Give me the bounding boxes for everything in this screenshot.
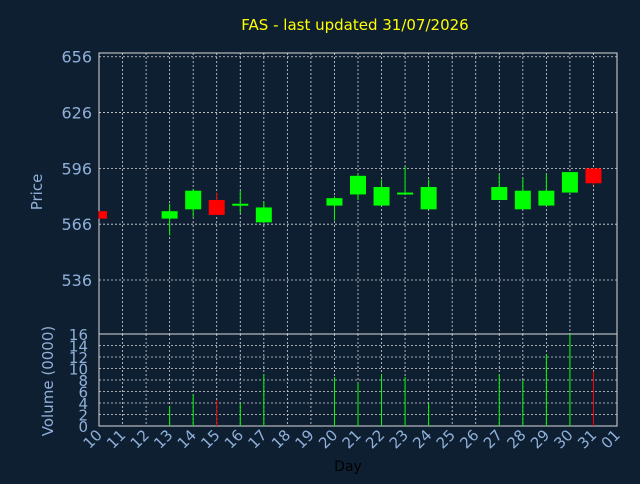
- price-tick-label: 596: [61, 159, 92, 178]
- chart-title: FAS - last updated 31/07/2026: [241, 16, 468, 34]
- candlestick-series: [98, 166, 602, 236]
- x-tick-label: 15: [197, 426, 223, 452]
- x-tick-label: 30: [551, 426, 577, 452]
- x-tick-label: 17: [244, 426, 270, 452]
- candle-body: [538, 190, 555, 206]
- x-tick-label: 26: [456, 426, 482, 452]
- candle-body: [561, 172, 578, 193]
- x-axis-label: Day: [334, 459, 362, 475]
- candle-body: [208, 200, 225, 215]
- candle-body: [255, 207, 272, 223]
- candle-body: [232, 203, 249, 206]
- x-tick-label: 21: [339, 426, 365, 452]
- chart-container: FAS - last updated 31/07/2026 Price Volu…: [0, 0, 640, 480]
- price-tick-label: 656: [61, 48, 92, 67]
- x-tick-label: 16: [221, 426, 247, 452]
- candle-body: [161, 211, 178, 219]
- x-tick-label: 18: [268, 426, 294, 452]
- x-tick-label: 25: [433, 426, 459, 452]
- x-tick-label: 14: [174, 426, 200, 452]
- stock-chart: FAS - last updated 31/07/2026 Price Volu…: [28, 16, 624, 475]
- x-tick-labels: 1011121314151617181920212223242526272829…: [80, 426, 624, 452]
- candle-body: [420, 186, 437, 210]
- candle-body: [185, 190, 202, 210]
- x-tick-label: 28: [503, 426, 529, 452]
- candle-body: [373, 186, 390, 206]
- x-tick-label: 24: [409, 426, 435, 452]
- price-tick-label: 566: [61, 215, 92, 234]
- volume-tick-labels: 1614121086420: [69, 326, 88, 436]
- candle-body: [326, 198, 343, 206]
- x-tick-label: 29: [527, 426, 553, 452]
- price-tick-label: 536: [61, 271, 92, 290]
- candle-body: [514, 190, 531, 210]
- x-tick-label: 01: [598, 426, 624, 452]
- volume-axis-label: Volume (0000): [39, 326, 57, 436]
- price-tick-labels: 656 626 596 566 536: [61, 48, 92, 290]
- x-tick-label: 27: [480, 426, 506, 452]
- x-tick-label: 20: [315, 426, 341, 452]
- x-tick-label: 12: [127, 426, 153, 452]
- price-tick-label: 626: [61, 104, 92, 123]
- x-tick-label: 11: [103, 426, 129, 452]
- x-tick-label: 31: [574, 426, 600, 452]
- price-axis-label: Price: [28, 174, 46, 211]
- x-tick-label: 13: [150, 426, 176, 452]
- x-tick-label: 19: [292, 426, 318, 452]
- candle-body: [350, 175, 366, 195]
- candle-body: [99, 211, 107, 219]
- candle-body: [585, 168, 602, 184]
- x-tick-label: 22: [362, 426, 388, 452]
- candle-body: [397, 192, 414, 195]
- candle-body: [491, 186, 508, 201]
- x-tick-label: 23: [386, 426, 412, 452]
